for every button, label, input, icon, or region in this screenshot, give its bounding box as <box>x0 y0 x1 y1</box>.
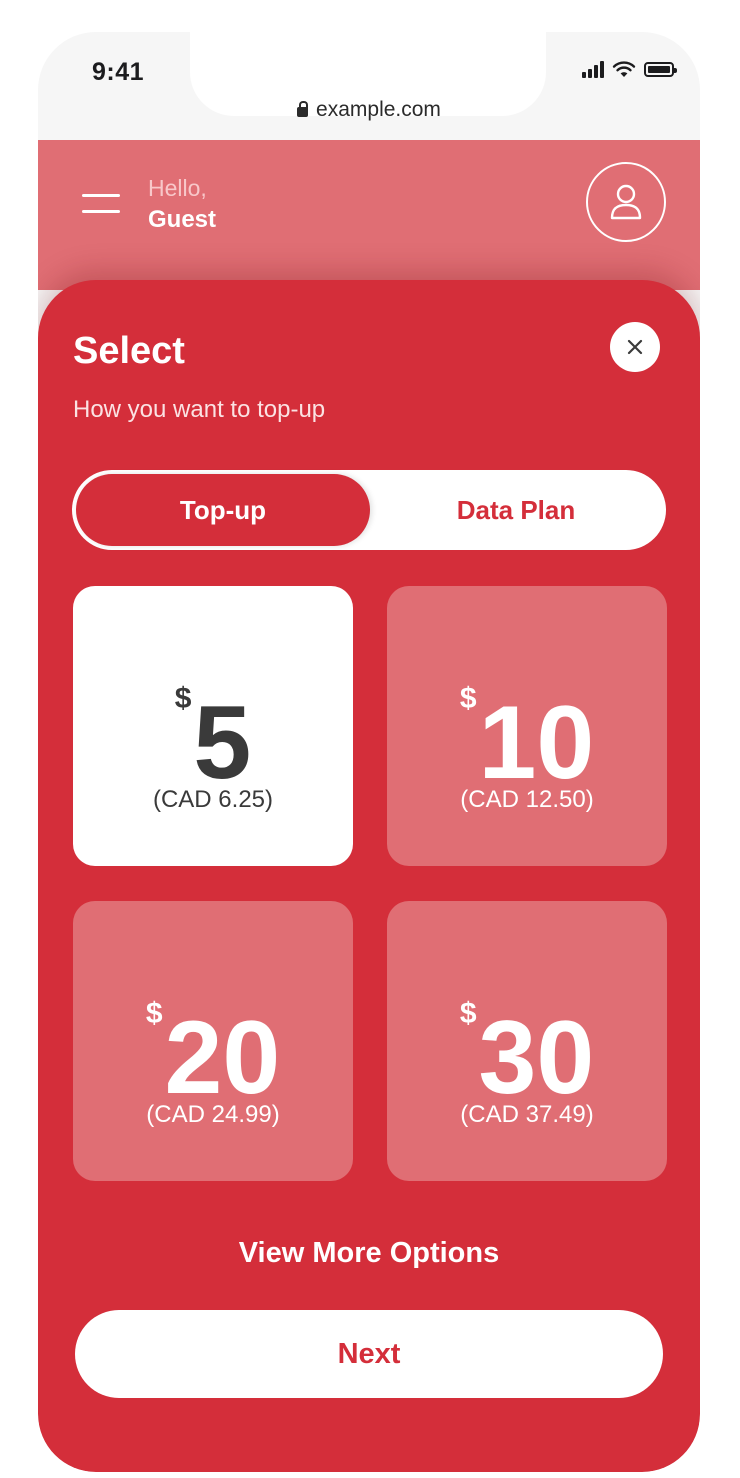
amount-cad: (CAD 37.49) <box>460 1101 594 1128</box>
tab-data-plan[interactable]: Data Plan <box>370 474 662 546</box>
amount-number: 5 <box>193 685 252 801</box>
currency-symbol: $ <box>145 997 163 1030</box>
greeting-hello: Hello, <box>148 175 207 201</box>
sheet-title: Select <box>73 330 185 372</box>
top-up-sheet: Select How you want to top-up Top-up Dat… <box>38 280 700 1472</box>
currency-symbol: $ <box>459 682 477 715</box>
signal-icon <box>582 60 604 78</box>
amount-number: 20 <box>164 1000 281 1116</box>
address-bar[interactable]: example.com <box>38 98 700 122</box>
amount-cad: (CAD 24.99) <box>146 1101 280 1128</box>
currency-symbol: $ <box>174 682 192 715</box>
close-icon[interactable] <box>610 322 660 372</box>
amount-value: $30 <box>387 949 667 1123</box>
amount-option-20[interactable]: $20 (CAD 24.99) <box>73 901 353 1181</box>
status-time: 9:41 <box>92 58 145 86</box>
amount-option-5[interactable]: $5 (CAD 6.25) <box>73 586 353 866</box>
wifi-icon <box>612 61 636 77</box>
amount-number: 30 <box>478 1000 595 1116</box>
view-more-options-link[interactable]: View More Options <box>38 1237 700 1270</box>
greeting: Hello, Guest <box>148 172 216 236</box>
app-header: Hello, Guest <box>38 140 700 290</box>
currency-symbol: $ <box>459 997 477 1030</box>
close-glyph <box>627 339 643 355</box>
amount-cad: (CAD 6.25) <box>152 786 274 813</box>
greeting-user-name: Guest <box>148 206 217 233</box>
tab-top-up[interactable]: Top-up <box>76 474 370 546</box>
avatar-glyph <box>610 184 642 220</box>
sheet-subtitle: How you want to top-up <box>73 396 326 423</box>
amount-option-10[interactable]: $10 (CAD 12.50) <box>387 586 667 866</box>
amount-number: 10 <box>478 685 595 801</box>
hamburger-icon[interactable] <box>82 188 122 218</box>
url-text: example.com <box>316 98 441 121</box>
mode-toggle: Top-up Data Plan <box>72 470 666 550</box>
amount-value: $5 <box>73 634 353 808</box>
user-icon[interactable] <box>586 162 666 242</box>
amount-cad: (CAD 12.50) <box>460 786 594 813</box>
battery-icon <box>644 61 677 77</box>
lock-icon <box>297 101 309 117</box>
phone-frame: 9:41 example.com Hello, Guest Select How… <box>38 32 700 1472</box>
next-button[interactable]: Next <box>75 1310 663 1398</box>
status-icons <box>582 60 677 78</box>
amount-option-30[interactable]: $30 (CAD 37.49) <box>387 901 667 1181</box>
amount-value: $10 <box>387 634 667 808</box>
amount-value: $20 <box>73 949 353 1123</box>
